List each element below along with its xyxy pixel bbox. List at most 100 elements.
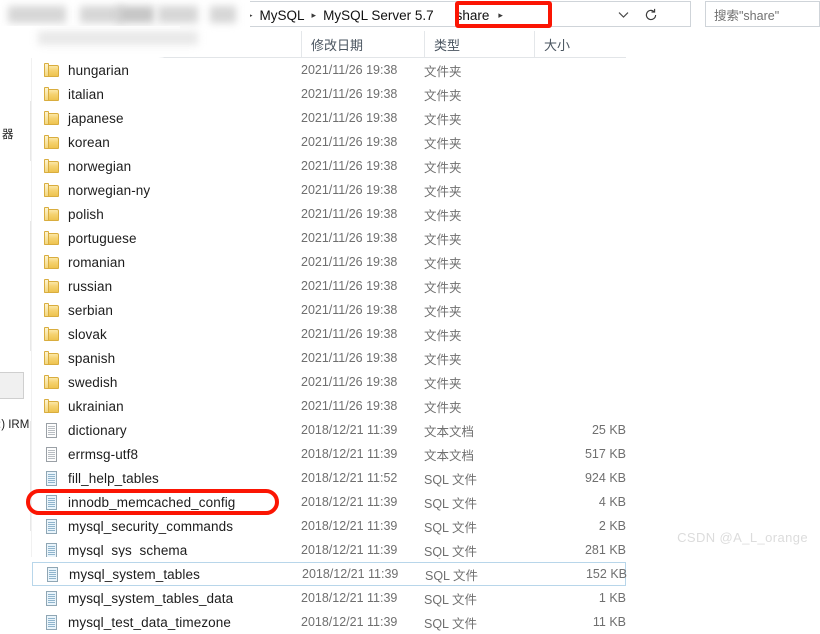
file-name-cell[interactable]: innodb_memcached_config bbox=[32, 494, 301, 510]
folder-icon bbox=[44, 350, 60, 366]
file-name-cell[interactable]: polish bbox=[32, 206, 301, 222]
file-name-cell[interactable]: russian bbox=[32, 278, 301, 294]
folder-icon bbox=[44, 110, 60, 126]
table-row[interactable]: romanian 2021/11/26 19:38 文件夹 bbox=[32, 250, 626, 274]
column-header-type[interactable]: 类型 bbox=[424, 31, 534, 57]
table-row[interactable]: mysql_system_tables 2018/12/21 11:39 SQL 文… bbox=[32, 562, 627, 586]
file-date-cell: 2021/11/26 19:38 bbox=[301, 207, 398, 221]
table-row[interactable]: slovak 2021/11/26 19:38 文件夹 bbox=[32, 322, 626, 346]
nav-pane-tooltip bbox=[0, 372, 24, 399]
file-name-cell[interactable]: spanish bbox=[32, 350, 301, 366]
folder-icon bbox=[44, 62, 60, 78]
redacted-block bbox=[80, 6, 122, 23]
file-name-label: fill_help_tables bbox=[68, 470, 159, 486]
file-name-cell[interactable]: swedish bbox=[32, 374, 301, 390]
file-name-cell[interactable]: mysql_sys_schema bbox=[32, 542, 301, 558]
table-row[interactable]: innodb_memcached_config 2018/12/21 11:39 S… bbox=[32, 490, 626, 514]
table-row[interactable]: dictionary 2018/12/21 11:39 文本文档 25 KB bbox=[32, 418, 626, 442]
breadcrumb[interactable]: ▸ MySQL ▸ MySQL Server 5.7 share ▸ bbox=[241, 2, 513, 28]
breadcrumb-separator-icon: ▸ bbox=[311, 9, 317, 20]
file-name-cell[interactable]: hungarian bbox=[32, 62, 301, 78]
sql-file-icon bbox=[44, 614, 60, 630]
file-name-label: mysql_test_data_timezone bbox=[68, 614, 231, 630]
file-name-label: dictionary bbox=[68, 422, 127, 438]
table-row[interactable]: ukrainian 2021/11/26 19:38 文件夹 bbox=[32, 394, 626, 418]
navigation-pane[interactable]: 器 :) IRM bbox=[0, 31, 32, 558]
file-date-cell: 2021/11/26 19:38 bbox=[301, 303, 398, 317]
file-name-cell[interactable]: serbian bbox=[32, 302, 301, 318]
search-box[interactable]: 搜索"share" bbox=[705, 1, 820, 27]
file-date-cell: 2018/12/21 11:52 bbox=[301, 471, 398, 485]
table-row[interactable]: hungarian 2021/11/26 19:38 文件夹 bbox=[32, 58, 626, 82]
file-type-cell: 文件夹 bbox=[424, 256, 462, 271]
breadcrumb-item-mysql-server-57[interactable]: MySQL Server 5.7 bbox=[323, 8, 434, 23]
table-row[interactable]: russian 2021/11/26 19:38 文件夹 bbox=[32, 274, 626, 298]
file-name-cell[interactable]: slovak bbox=[32, 326, 301, 342]
search-input[interactable]: 搜索"share" bbox=[714, 5, 779, 24]
file-type-cell: SQL 文件 bbox=[424, 472, 478, 487]
column-header-size[interactable]: 大小 bbox=[534, 31, 626, 57]
file-date-cell: 2021/11/26 19:38 bbox=[301, 135, 398, 149]
file-type-cell: 文件夹 bbox=[424, 376, 462, 391]
file-name-label: innodb_memcached_config bbox=[68, 494, 236, 510]
redacted-block bbox=[210, 6, 236, 23]
table-row[interactable]: japanese 2021/11/26 19:38 文件夹 bbox=[32, 106, 626, 130]
table-row[interactable]: norwegian-ny 2021/11/26 19:38 文件夹 bbox=[32, 178, 626, 202]
file-name-cell[interactable]: mysql_security_commands bbox=[32, 518, 301, 534]
chevron-down-icon[interactable] bbox=[612, 2, 634, 28]
file-type-cell: 文件夹 bbox=[424, 400, 462, 415]
table-row[interactable]: polish 2021/11/26 19:38 文件夹 bbox=[32, 202, 626, 226]
file-date-cell: 2021/11/26 19:38 bbox=[301, 159, 398, 173]
table-row[interactable]: swedish 2021/11/26 19:38 文件夹 bbox=[32, 370, 626, 394]
file-type-cell: SQL 文件 bbox=[424, 616, 478, 631]
table-row[interactable]: spanish 2021/11/26 19:38 文件夹 bbox=[32, 346, 626, 370]
watermark: CSDN @A_L_orange bbox=[677, 530, 808, 545]
file-name-cell[interactable]: mysql_test_data_timezone bbox=[32, 614, 301, 630]
text-file-icon bbox=[44, 422, 60, 438]
file-name-cell[interactable]: japanese bbox=[32, 110, 301, 126]
file-name-cell[interactable]: italian bbox=[32, 86, 301, 102]
refresh-icon[interactable] bbox=[638, 2, 664, 28]
table-row[interactable]: errmsg-utf8 2018/12/21 11:39 文本文档 517 KB bbox=[32, 442, 626, 466]
file-list[interactable]: hungarian 2021/11/26 19:38 文件夹 italian 2021/… bbox=[32, 58, 627, 631]
file-type-cell: 文本文档 bbox=[424, 448, 475, 463]
file-name-cell[interactable]: mysql_system_tables bbox=[33, 566, 302, 582]
breadcrumb-item-mysql[interactable]: MySQL bbox=[260, 8, 305, 23]
nav-divider bbox=[30, 221, 31, 351]
column-header-date-modified[interactable]: 修改日期 bbox=[301, 31, 424, 57]
file-name-cell[interactable]: dictionary bbox=[32, 422, 301, 438]
breadcrumb-item-share-label: share bbox=[455, 7, 490, 23]
table-row[interactable]: norwegian 2021/11/26 19:38 文件夹 bbox=[32, 154, 626, 178]
nav-fragment-0: 器 bbox=[2, 129, 14, 141]
file-type-cell: SQL 文件 bbox=[424, 520, 478, 535]
table-row[interactable]: mysql_security_commands 2018/12/21 11:39 S… bbox=[32, 514, 626, 538]
file-type-cell: 文件夹 bbox=[424, 328, 462, 343]
file-name-cell[interactable]: errmsg-utf8 bbox=[32, 446, 301, 462]
table-row[interactable]: mysql_system_tables_data 2018/12/21 11:39… bbox=[32, 586, 626, 610]
file-name-cell[interactable]: korean bbox=[32, 134, 301, 150]
table-row[interactable]: korean 2021/11/26 19:38 文件夹 bbox=[32, 130, 626, 154]
file-type-cell: 文件夹 bbox=[424, 208, 462, 223]
table-row[interactable]: italian 2021/11/26 19:38 文件夹 bbox=[32, 82, 626, 106]
refresh-glyph bbox=[645, 8, 657, 21]
file-date-cell: 2018/12/21 11:39 bbox=[301, 543, 398, 557]
file-name-cell[interactable]: portuguese bbox=[32, 230, 301, 246]
table-row[interactable]: serbian 2021/11/26 19:38 文件夹 bbox=[32, 298, 626, 322]
file-name-cell[interactable]: fill_help_tables bbox=[32, 470, 301, 486]
redacted-block bbox=[8, 6, 66, 23]
table-row[interactable]: mysql_sys_schema 2018/12/21 11:39 SQL 文件 28… bbox=[32, 538, 626, 562]
table-row[interactable]: portuguese 2021/11/26 19:38 文件夹 bbox=[32, 226, 626, 250]
file-size-cell: 25 KB bbox=[591, 423, 626, 437]
file-name-cell[interactable]: ukrainian bbox=[32, 398, 301, 414]
file-type-cell: 文件夹 bbox=[424, 232, 462, 247]
file-date-cell: 2021/11/26 19:38 bbox=[301, 183, 398, 197]
file-size-cell: 2 KB bbox=[598, 519, 626, 533]
file-size-cell: 281 KB bbox=[584, 543, 626, 557]
breadcrumb-item-share[interactable]: share ▸ bbox=[448, 6, 513, 25]
table-row[interactable]: mysql_test_data_timezone 2018/12/21 11:39… bbox=[32, 610, 626, 634]
file-name-cell[interactable]: romanian bbox=[32, 254, 301, 270]
file-name-cell[interactable]: mysql_system_tables_data bbox=[32, 590, 301, 606]
table-row[interactable]: fill_help_tables 2018/12/21 11:52 SQL 文件 92… bbox=[32, 466, 626, 490]
file-name-cell[interactable]: norwegian-ny bbox=[32, 182, 301, 198]
file-name-cell[interactable]: norwegian bbox=[32, 158, 301, 174]
